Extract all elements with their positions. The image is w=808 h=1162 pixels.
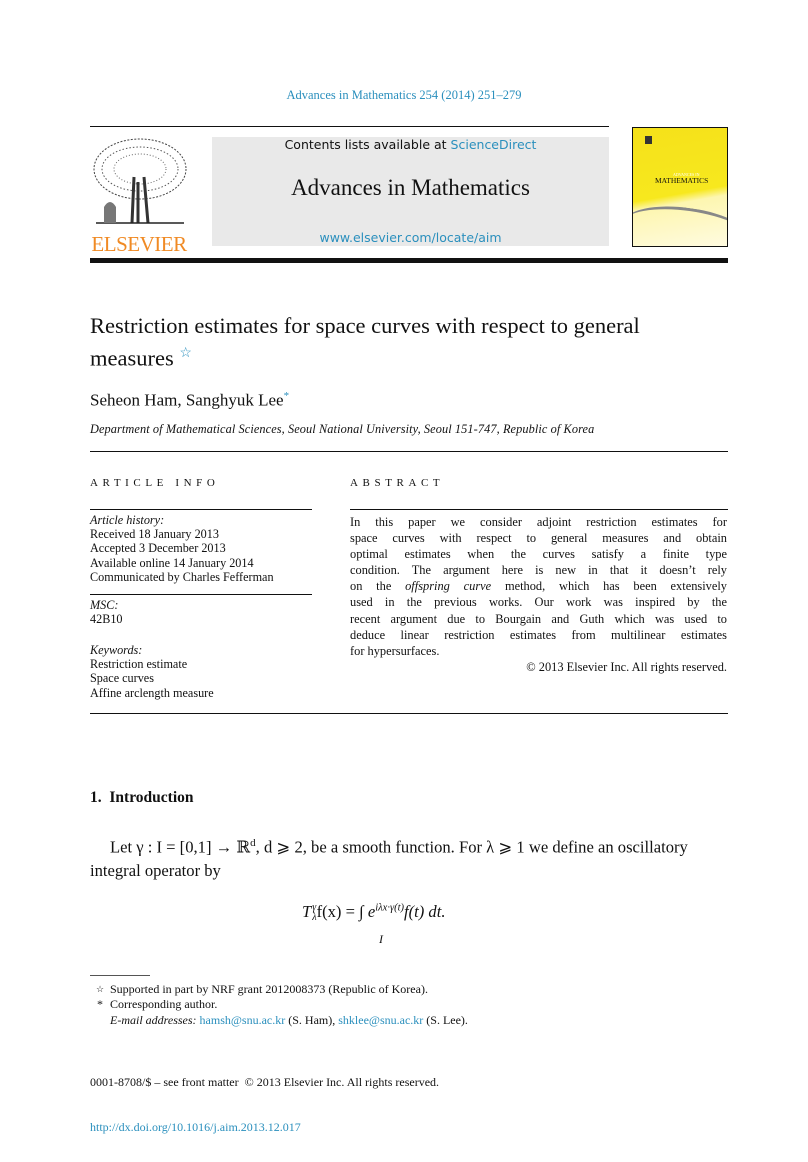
title-footnote-star[interactable]: ☆ [179, 346, 192, 361]
keyword: Space curves [90, 671, 154, 686]
journal-masthead: Contents lists available at ScienceDirec… [212, 137, 609, 246]
author-names: Seheon Ham, Sanghyuk Lee [90, 390, 284, 410]
history-item: Available online 14 January 2014 [90, 555, 254, 570]
text: integral operator by [90, 860, 221, 880]
sciencedirect-link[interactable]: ScienceDirect [451, 137, 537, 152]
journal-url-link[interactable]: www.elsevier.com/locate/aim [212, 230, 609, 245]
title-line: measures [90, 345, 174, 371]
rule [90, 713, 728, 714]
history-item: Accepted 3 December 2013 [90, 541, 226, 556]
rule [350, 509, 728, 510]
doi-link[interactable]: http://dx.doi.org/10.1016/j.aim.2013.12.… [90, 1120, 439, 1135]
text: (S. Lee). [423, 1012, 468, 1027]
section-heading: 1. Introduction [90, 789, 194, 806]
text: on the [350, 579, 406, 594]
elsevier-tree-icon [93, 138, 187, 224]
corresponding-author-mark[interactable]: * [284, 390, 290, 402]
contents-text: Contents lists available at [284, 137, 451, 152]
text: (S. Ham), [285, 1012, 339, 1027]
text: , d ⩾ 2, be a smooth function. For λ ⩾ 1… [255, 837, 688, 857]
article-history: Article history: Received 18 January 201… [90, 513, 274, 584]
abstract-copyright: © 2013 Elsevier Inc. All rights reserved… [526, 659, 727, 674]
journal-reference-link[interactable]: Advances in Mathematics 254 (2014) 251–2… [0, 88, 808, 103]
journal-title: Advances in Mathematics [291, 175, 530, 200]
front-matter: 0001-8708/$ – see front matter © 2013 El… [90, 1045, 439, 1150]
email-link[interactable]: shklee@snu.ac.kr [338, 1013, 423, 1027]
history-item: Received 18 January 2013 [90, 527, 219, 542]
text: Let γ : I = [0,1] → ℝ [110, 837, 251, 857]
footnote-text: Corresponding author. [110, 997, 218, 1012]
issn-line: 0001-8708/$ – see front matter © 2013 El… [90, 1075, 440, 1089]
abstract-line: for hypersurfaces. [350, 643, 440, 658]
abstract-line: condition. The argument here is new in t… [350, 563, 727, 578]
abstract-line: space curves with respect to general mea… [350, 531, 727, 546]
abstract-line: In this paper we consider adjoint restri… [350, 515, 727, 529]
affiliation: Department of Mathematical Sciences, Seo… [90, 422, 595, 436]
text: method, which has been extensively [491, 579, 727, 594]
msc-label: MSC: [90, 598, 119, 612]
keywords-block: Keywords: Restriction estimate Space cur… [90, 643, 214, 700]
header-rule [90, 126, 609, 127]
journal-cover: ADVANCES IN MATHEMATICS [632, 127, 728, 247]
cover-title: MATHEMATICS [655, 176, 709, 185]
authors: Seheon Ham, Sanghyuk Lee* [90, 390, 289, 411]
intro-paragraph: Let γ : I = [0,1] → ℝd, d ⩾ 2, be a smoo… [90, 832, 728, 882]
eq-part: T [302, 902, 312, 921]
footnote-text: Supported in part by NRF grant 201200837… [110, 982, 428, 996]
email-link[interactable]: hamsh@snu.ac.kr [200, 1013, 286, 1027]
eq-part: f(t) dt. [404, 902, 446, 921]
title-line: Restriction estimates for space curves w… [90, 313, 640, 338]
elsevier-wordmark: ELSEVIER [91, 232, 187, 256]
keyword: Affine arclength measure [90, 685, 214, 700]
rule [90, 509, 312, 510]
abstract-heading: ABSTRACT [350, 477, 445, 489]
abstract-line: deduce linear restriction estimates from… [350, 627, 727, 642]
cover-emblem-icon [645, 136, 652, 144]
abstract-line: recent argument due to Bourgain and Guth… [350, 611, 727, 626]
abstract-text: In this paper we consider adjoint restri… [350, 514, 727, 675]
msc-block: MSC: 42B10 [90, 598, 123, 626]
footnote-mark: ☆ [95, 984, 105, 994]
rule [90, 451, 728, 452]
integral-domain: I [379, 932, 383, 946]
email-label: E-mail addresses: [110, 1012, 197, 1027]
footnote-mark: * [97, 997, 103, 1012]
masthead-thick-rule [90, 258, 728, 263]
eq-part: iλx·γ(t) [375, 902, 404, 914]
keyword: Restriction estimate [90, 657, 188, 672]
abstract-line: optimal estimates when the curves satisf… [350, 547, 727, 562]
keywords-label: Keywords: [90, 643, 143, 657]
footnotes: ☆ Supported in part by NRF grant 20120083… [90, 982, 468, 1028]
article-title: Restriction estimates for space curves w… [90, 312, 640, 373]
elsevier-logo: ELSEVIER [90, 137, 188, 255]
cover-swoosh [633, 199, 727, 246]
msc-code: 42B10 [90, 612, 123, 627]
abstract-line: on the offspring curve method, which has… [350, 578, 727, 594]
rule [90, 594, 312, 595]
eq-part: f(x) = ∫ [316, 902, 364, 921]
abstract-line: used in the previous works. Our work was… [350, 595, 727, 610]
history-item: Communicated by Charles Fefferman [90, 569, 274, 584]
equation: Tγ λ f(x) = ∫ eiλx·γ(t)f(t) dt. I [302, 902, 446, 946]
article-info-heading: ARTICLE INFO [90, 477, 220, 489]
history-label: Article history: [90, 513, 165, 527]
footnote-rule [90, 975, 150, 976]
emphasis: offspring curve [405, 579, 492, 594]
